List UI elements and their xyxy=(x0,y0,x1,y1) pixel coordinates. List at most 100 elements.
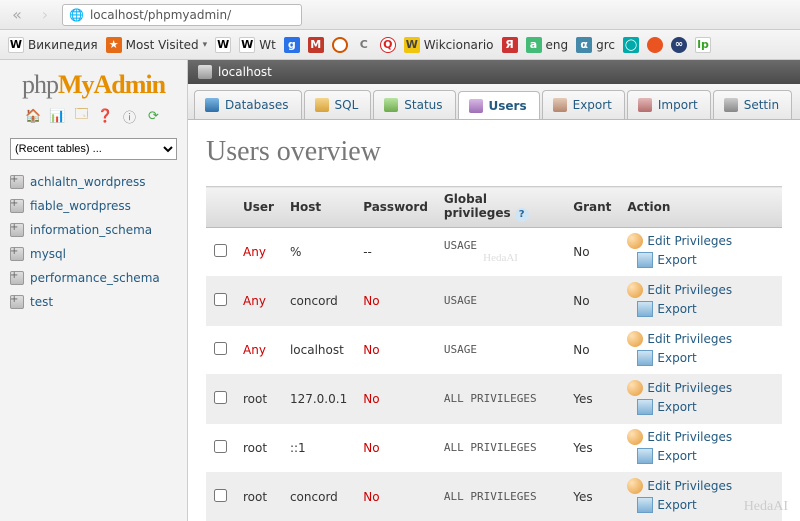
edit-privileges-link[interactable]: Edit Privileges xyxy=(627,429,732,445)
bookmark-item[interactable]: lp xyxy=(695,37,711,53)
phpmyadmin-logo[interactable]: phpMyAdmin xyxy=(0,60,187,104)
tab-settin[interactable]: Settin xyxy=(713,90,792,119)
favicon-icon: C xyxy=(356,37,372,53)
database-name: information_schema xyxy=(30,223,152,237)
database-item[interactable]: test xyxy=(0,290,187,314)
row-checkbox[interactable] xyxy=(214,391,227,404)
bookmark-item[interactable]: aeng xyxy=(526,37,569,53)
export-icon xyxy=(637,350,653,366)
expand-db-icon[interactable] xyxy=(10,223,24,237)
database-item[interactable]: achlaltn_wordpress xyxy=(0,170,187,194)
cell-host: ::1 xyxy=(282,423,355,472)
cell-action: Edit Privileges Export xyxy=(619,374,782,423)
database-name: achlaltn_wordpress xyxy=(30,175,146,189)
cell-user: Any xyxy=(235,276,282,325)
docs-icon[interactable]: ❓ xyxy=(98,108,114,124)
cell-user: root xyxy=(235,423,282,472)
forward-button[interactable]: › xyxy=(34,4,56,26)
database-item[interactable]: performance_schema xyxy=(0,266,187,290)
export-user-link[interactable]: Export xyxy=(637,497,696,513)
row-checkbox[interactable] xyxy=(214,293,227,306)
favicon-icon: W xyxy=(215,37,231,53)
expand-db-icon[interactable] xyxy=(10,175,24,189)
tab-status[interactable]: Status xyxy=(373,90,455,119)
watermark: HedaAI xyxy=(744,499,788,515)
tab-sql[interactable]: SQL xyxy=(304,90,372,119)
bookmark-item[interactable]: αgrc xyxy=(576,37,615,53)
import-icon xyxy=(638,98,652,112)
home-icon[interactable]: 🏠 xyxy=(26,108,42,124)
tab-users[interactable]: Users xyxy=(458,91,540,120)
back-button[interactable]: « xyxy=(6,4,28,26)
sql-docs-icon[interactable]: ⓘ xyxy=(122,108,138,124)
bookmark-item[interactable]: C xyxy=(356,37,372,53)
row-checkbox[interactable] xyxy=(214,440,227,453)
cell-action: Edit Privileges Export xyxy=(619,276,782,325)
export-user-link[interactable]: Export xyxy=(637,301,696,317)
users-table: User Host Password Global privileges? Gr… xyxy=(206,186,782,521)
query-window-icon[interactable]: 🗔 xyxy=(74,108,90,124)
database-item[interactable]: mysql xyxy=(0,242,187,266)
edit-privileges-link[interactable]: Edit Privileges xyxy=(627,331,732,347)
export-user-link[interactable]: Export xyxy=(637,399,696,415)
cell-global-privileges: USAGE xyxy=(436,276,565,325)
help-icon[interactable]: ? xyxy=(515,208,529,222)
edit-privileges-link[interactable]: Edit Privileges xyxy=(627,380,732,396)
database-list: achlaltn_wordpress fiable_wordpressinform… xyxy=(0,170,187,314)
bookmark-item[interactable]: WWikcionario xyxy=(404,37,494,53)
row-checkbox[interactable] xyxy=(214,244,227,257)
bookmarks-bar: WВикипедия ★Most Visited▾ W WWtgM CQ WWikcion… xyxy=(0,30,800,60)
expand-db-icon[interactable] xyxy=(10,295,24,309)
cell-action: Edit Privileges Export xyxy=(619,423,782,472)
sidebar-toolbar: 🏠 📊 🗔 ❓ ⓘ ⟳ xyxy=(0,104,187,134)
col-grant[interactable]: Grant xyxy=(565,187,619,228)
expand-db-icon[interactable] xyxy=(10,199,24,213)
col-host[interactable]: Host xyxy=(282,187,355,228)
cell-grant: No xyxy=(565,276,619,325)
database-item[interactable]: fiable_wordpress xyxy=(0,194,187,218)
bookmark-item[interactable]: WWt xyxy=(239,37,276,53)
row-checkbox[interactable] xyxy=(214,489,227,502)
bookmark-item[interactable] xyxy=(671,37,687,53)
bookmark-item[interactable]: Я xyxy=(502,37,518,53)
settin-icon xyxy=(724,98,738,112)
bookmark-item[interactable]: Q xyxy=(380,37,396,53)
export-user-link[interactable]: Export xyxy=(637,350,696,366)
col-password[interactable]: Password xyxy=(355,187,436,228)
database-item[interactable]: information_schema xyxy=(0,218,187,242)
tab-label: Status xyxy=(404,98,442,112)
bookmark-item[interactable] xyxy=(332,37,348,53)
expand-db-icon[interactable] xyxy=(10,247,24,261)
reload-icon[interactable]: ⟳ xyxy=(146,108,162,124)
bookmark-item[interactable]: M xyxy=(308,37,324,53)
tab-label: Import xyxy=(658,98,698,112)
breadcrumb-server[interactable]: localhost xyxy=(218,65,272,79)
row-checkbox[interactable] xyxy=(214,342,227,355)
edit-privileges-link[interactable]: Edit Privileges xyxy=(627,233,732,249)
cell-grant: Yes xyxy=(565,423,619,472)
bookmark-item[interactable]: WВикипедия xyxy=(8,37,98,53)
export-user-link[interactable]: Export xyxy=(637,448,696,464)
bookmark-item[interactable]: g xyxy=(284,37,300,53)
sql-icon xyxy=(315,98,329,112)
tab-databases[interactable]: Databases xyxy=(194,90,302,119)
cell-action: Edit Privileges Export xyxy=(619,325,782,374)
url-bar[interactable]: 🌐 localhost/phpmyadmin/ xyxy=(62,4,302,26)
bookmark-item[interactable]: W xyxy=(215,37,231,53)
expand-db-icon[interactable] xyxy=(10,271,24,285)
edit-privileges-icon xyxy=(627,233,643,249)
bookmark-item[interactable]: ★Most Visited▾ xyxy=(106,37,208,53)
edit-privileges-link[interactable]: Edit Privileges xyxy=(627,282,732,298)
recent-tables-select[interactable]: (Recent tables) ... xyxy=(10,138,177,160)
tab-export[interactable]: Export xyxy=(542,90,625,119)
export-icon xyxy=(637,399,653,415)
logout-icon[interactable]: 📊 xyxy=(50,108,66,124)
tab-import[interactable]: Import xyxy=(627,90,711,119)
edit-privileges-link[interactable]: Edit Privileges xyxy=(627,478,732,494)
bookmark-item[interactable] xyxy=(647,37,663,53)
export-user-link[interactable]: Export xyxy=(637,252,696,268)
col-user[interactable]: User xyxy=(235,187,282,228)
bookmark-item[interactable]: ◯ xyxy=(623,37,639,53)
table-header-row: User Host Password Global privileges? Gr… xyxy=(206,187,782,228)
cell-user: root xyxy=(235,374,282,423)
